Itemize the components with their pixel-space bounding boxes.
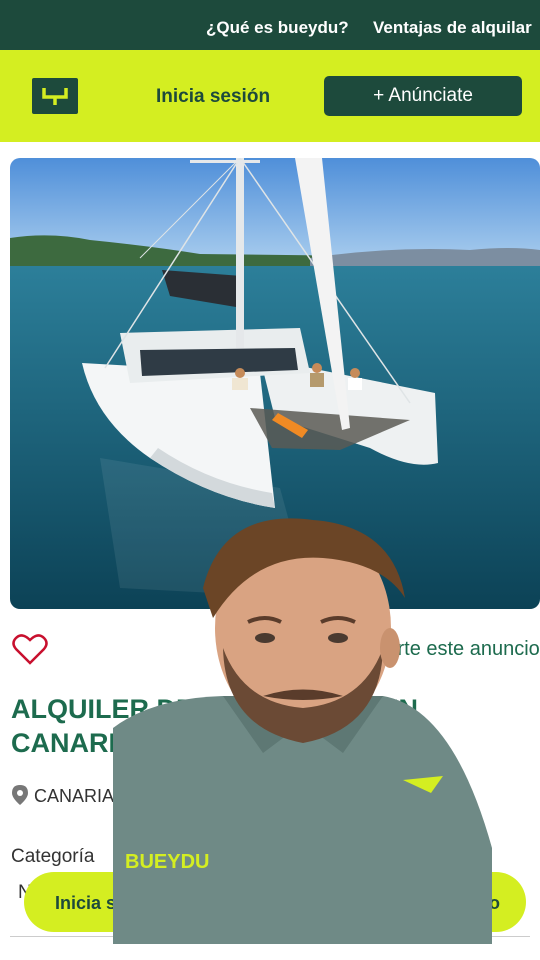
listing-location: CANARIAS (12, 785, 126, 807)
site-header: Inicia sesión + Anúnciate (0, 50, 540, 142)
login-link[interactable]: Inicia sesión (156, 86, 270, 108)
presenter-video-overlay: BUEYDU (113, 518, 492, 944)
top-nav: ¿Qué es bueydu? Ventajas de alquilar (0, 0, 540, 50)
location-pin-icon (12, 785, 28, 805)
nav-link-what-is[interactable]: ¿Qué es bueydu? (206, 18, 349, 38)
bueydu-logo-icon[interactable] (32, 78, 78, 114)
shirt-brand-text: BUEYDU (125, 851, 209, 873)
category-label: Categoría (11, 846, 95, 867)
nav-link-advantages[interactable]: Ventajas de alquilar (373, 18, 532, 38)
post-ad-button[interactable]: + Anúnciate (324, 76, 522, 116)
heart-icon[interactable] (12, 632, 48, 666)
